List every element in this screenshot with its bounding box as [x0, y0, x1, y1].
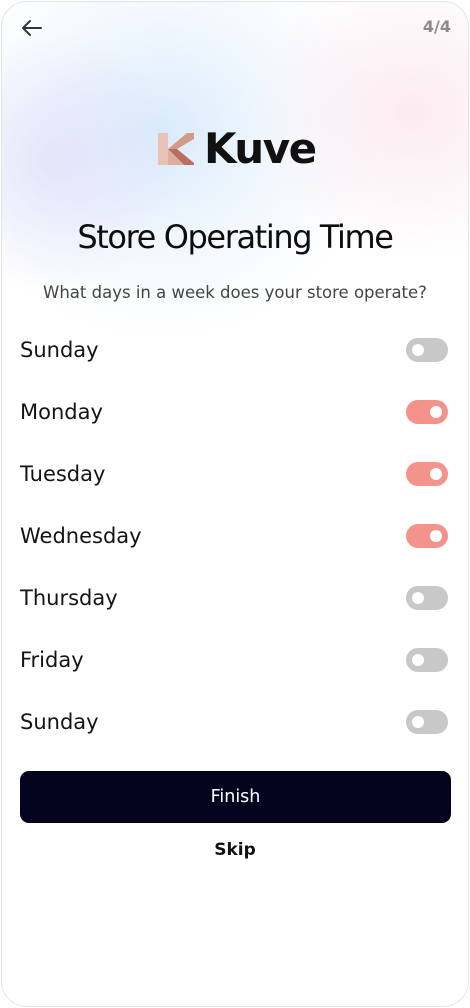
- back-button[interactable]: [18, 14, 46, 42]
- toggle-knob: [412, 592, 424, 604]
- day-label: Friday: [20, 648, 84, 672]
- day-toggle[interactable]: [406, 648, 448, 672]
- page-title: Store Operating Time: [77, 218, 394, 256]
- brand-logo: Kuve: [157, 124, 317, 173]
- day-toggle[interactable]: [406, 338, 448, 362]
- toggle-knob: [430, 468, 442, 480]
- toggle-knob: [412, 344, 424, 356]
- onboarding-screen: 4/4 Kuve Store Operating Time What days …: [1, 1, 469, 1007]
- day-toggle[interactable]: [406, 400, 448, 424]
- day-row-sunday: Sunday: [20, 330, 448, 370]
- brand-name: Kuve: [204, 124, 317, 173]
- day-label: Tuesday: [20, 462, 106, 486]
- day-label: Sunday: [20, 338, 99, 362]
- day-label: Monday: [20, 400, 103, 424]
- day-label: Sunday: [20, 710, 99, 734]
- skip-button[interactable]: Skip: [2, 840, 468, 860]
- finish-button[interactable]: Finish: [20, 771, 451, 823]
- day-toggle[interactable]: [406, 586, 448, 610]
- day-row-friday: Friday: [20, 640, 448, 680]
- day-toggle[interactable]: [406, 710, 448, 734]
- day-row-sunday-2: Sunday: [20, 702, 448, 742]
- arrow-left-icon: [22, 20, 42, 36]
- toggle-knob: [430, 406, 442, 418]
- toggle-knob: [412, 716, 424, 728]
- kuve-logo-icon: [158, 133, 194, 165]
- day-row-tuesday: Tuesday: [20, 454, 448, 494]
- day-toggle[interactable]: [406, 462, 448, 486]
- day-toggle[interactable]: [406, 524, 448, 548]
- day-row-thursday: Thursday: [20, 578, 448, 618]
- step-counter: 4/4: [422, 17, 451, 36]
- day-label: Wednesday: [20, 524, 142, 548]
- day-row-monday: Monday: [20, 392, 448, 432]
- toggle-knob: [412, 654, 424, 666]
- toggle-knob: [430, 530, 442, 542]
- page-subtitle: What days in a week does your store oper…: [43, 283, 427, 302]
- day-row-wednesday: Wednesday: [20, 516, 448, 556]
- day-label: Thursday: [20, 586, 118, 610]
